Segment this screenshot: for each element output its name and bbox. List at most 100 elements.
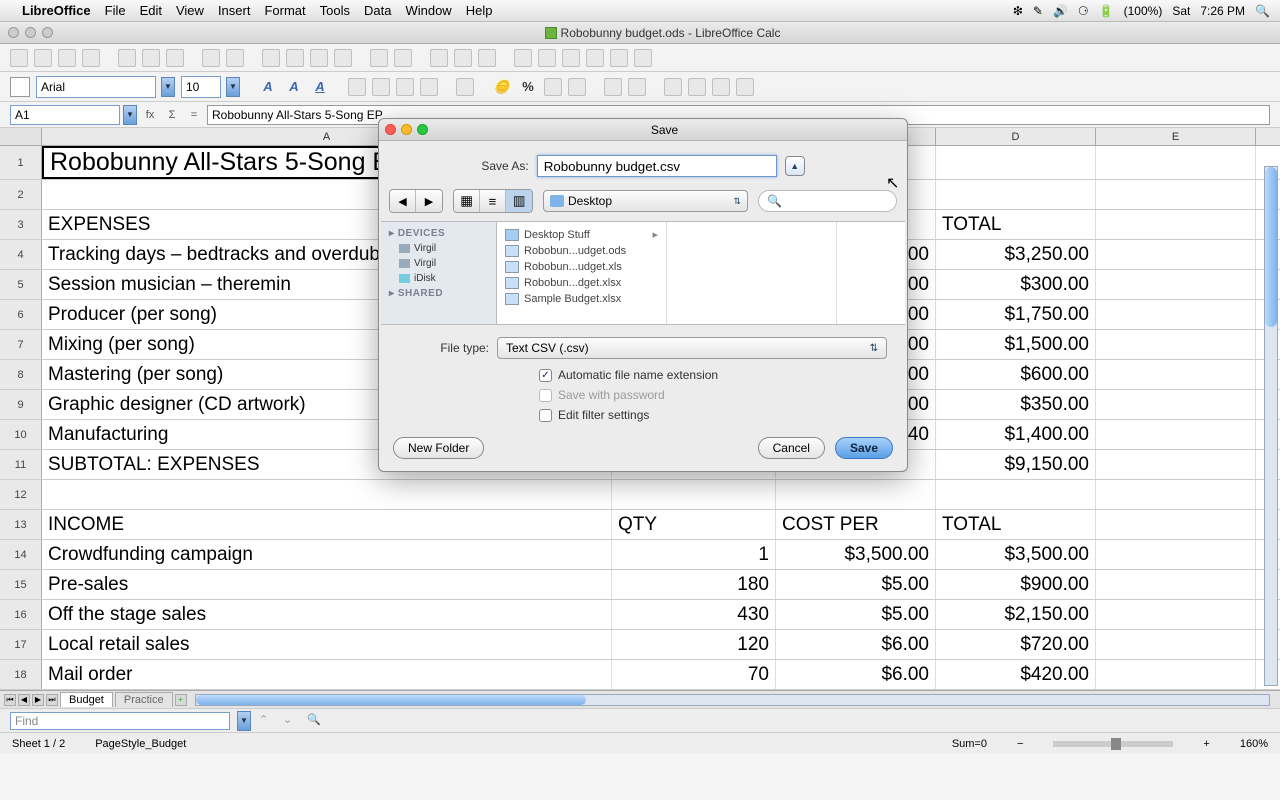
nav-back-button[interactable]: ◀ bbox=[390, 190, 416, 212]
row-header[interactable]: 16 bbox=[0, 600, 42, 629]
new-folder-button[interactable]: New Folder bbox=[393, 437, 484, 459]
undo-button[interactable] bbox=[370, 49, 388, 67]
cell[interactable] bbox=[1096, 660, 1256, 689]
tab-practice[interactable]: Practice bbox=[115, 692, 173, 707]
cell[interactable]: COST PER bbox=[776, 510, 936, 539]
cancel-button[interactable]: Cancel bbox=[758, 437, 825, 459]
bg-color-button[interactable] bbox=[688, 78, 706, 96]
sort-asc-button[interactable] bbox=[454, 49, 472, 67]
align-justify-button[interactable] bbox=[420, 78, 438, 96]
menu-edit[interactable]: Edit bbox=[140, 3, 162, 18]
cell[interactable]: $5.00 bbox=[776, 570, 936, 599]
file-item[interactable]: Robobun...dget.xlsx bbox=[497, 275, 666, 291]
cell[interactable]: $420.00 bbox=[936, 660, 1096, 689]
cell[interactable] bbox=[1096, 540, 1256, 569]
zoom-in-icon[interactable]: + bbox=[1203, 738, 1209, 750]
dialog-zoom-button[interactable] bbox=[417, 124, 428, 135]
paste-button[interactable] bbox=[310, 49, 328, 67]
font-dropdown-icon[interactable]: ▼ bbox=[161, 77, 175, 97]
tab-add-button[interactable]: + bbox=[175, 694, 187, 706]
percent-button[interactable]: % bbox=[518, 77, 538, 97]
print-button[interactable] bbox=[142, 49, 160, 67]
row-header[interactable]: 2 bbox=[0, 180, 42, 209]
spellcheck-button[interactable] bbox=[202, 49, 220, 67]
cell[interactable]: $6.00 bbox=[776, 660, 936, 689]
menu-help[interactable]: Help bbox=[466, 3, 493, 18]
cell[interactable]: $1,400.00 bbox=[936, 420, 1096, 449]
location-popup[interactable]: Desktop ⇅ bbox=[543, 190, 748, 212]
window-zoom-button[interactable] bbox=[42, 27, 53, 38]
align-left-button[interactable] bbox=[348, 78, 366, 96]
currency-button[interactable]: 🪙 bbox=[492, 77, 512, 97]
col-header-e[interactable]: E bbox=[1096, 128, 1256, 145]
cell[interactable] bbox=[936, 480, 1096, 509]
sort-desc-button[interactable] bbox=[478, 49, 496, 67]
cell[interactable] bbox=[1096, 570, 1256, 599]
cell[interactable] bbox=[1096, 300, 1256, 329]
row-header[interactable]: 18 bbox=[0, 660, 42, 689]
cell[interactable] bbox=[1096, 630, 1256, 659]
grid-button[interactable] bbox=[736, 78, 754, 96]
row-header[interactable]: 6 bbox=[0, 300, 42, 329]
cell[interactable]: Crowdfunding campaign bbox=[42, 540, 612, 569]
help-button[interactable] bbox=[634, 49, 652, 67]
align-center-button[interactable] bbox=[372, 78, 390, 96]
menu-window[interactable]: Window bbox=[405, 3, 451, 18]
sum-icon[interactable]: Σ bbox=[163, 106, 181, 124]
zoom-button[interactable] bbox=[610, 49, 628, 67]
cell[interactable]: $300.00 bbox=[936, 270, 1096, 299]
cell[interactable] bbox=[1096, 600, 1256, 629]
view-list-button[interactable]: ≡ bbox=[480, 190, 506, 212]
function-wizard-icon[interactable]: fx bbox=[141, 106, 159, 124]
cell[interactable]: $900.00 bbox=[936, 570, 1096, 599]
cell[interactable]: $350.00 bbox=[936, 390, 1096, 419]
find-prev-button[interactable]: ⌃ bbox=[259, 713, 275, 729]
row-header[interactable]: 17 bbox=[0, 630, 42, 659]
cell[interactable] bbox=[1096, 450, 1256, 479]
cell[interactable] bbox=[936, 180, 1096, 209]
namebox-dropdown-icon[interactable]: ▼ bbox=[123, 105, 137, 125]
find-all-button[interactable]: 🔍 bbox=[307, 713, 323, 729]
spotlight-icon[interactable]: 🔍 bbox=[1255, 4, 1270, 18]
borders-button[interactable] bbox=[664, 78, 682, 96]
cell[interactable] bbox=[1096, 510, 1256, 539]
cell[interactable]: $2,150.00 bbox=[936, 600, 1096, 629]
merge-cells-button[interactable] bbox=[456, 78, 474, 96]
battery-icon[interactable]: 🔋 bbox=[1099, 4, 1114, 18]
save-button[interactable] bbox=[58, 49, 76, 67]
row-header[interactable]: 15 bbox=[0, 570, 42, 599]
style-selector[interactable] bbox=[10, 77, 30, 97]
file-item[interactable]: Robobun...udget.ods bbox=[497, 243, 666, 259]
file-item[interactable]: Sample Budget.xlsx bbox=[497, 291, 666, 307]
cell[interactable] bbox=[1096, 420, 1256, 449]
cell[interactable] bbox=[1096, 330, 1256, 359]
row-header[interactable]: 11 bbox=[0, 450, 42, 479]
decrease-indent-button[interactable] bbox=[604, 78, 622, 96]
filetype-popup[interactable]: Text CSV (.csv) ⇅ bbox=[497, 337, 887, 359]
view-icons-button[interactable]: ▦ bbox=[454, 190, 480, 212]
device-item[interactable]: Virgil bbox=[381, 256, 496, 271]
table-row[interactable]: 16Off the stage sales430$5.00$2,150.00 bbox=[0, 600, 1280, 630]
menu-view[interactable]: View bbox=[176, 3, 204, 18]
table-row[interactable]: 14Crowdfunding campaign1$3,500.00$3,500.… bbox=[0, 540, 1280, 570]
row-header[interactable]: 10 bbox=[0, 420, 42, 449]
cell[interactable]: $3,500.00 bbox=[936, 540, 1096, 569]
cell[interactable]: $600.00 bbox=[936, 360, 1096, 389]
device-item[interactable]: Virgil bbox=[381, 241, 496, 256]
remove-decimal-button[interactable] bbox=[568, 78, 586, 96]
dialog-search-input[interactable]: 🔍 bbox=[758, 190, 897, 212]
row-header[interactable]: 9 bbox=[0, 390, 42, 419]
saveas-filename-input[interactable] bbox=[537, 155, 777, 177]
row-header[interactable]: 3 bbox=[0, 210, 42, 239]
zoom-out-icon[interactable]: − bbox=[1017, 738, 1023, 750]
cell[interactable] bbox=[42, 480, 612, 509]
sync-icon[interactable]: ❇ bbox=[1013, 4, 1023, 18]
file-item[interactable]: Robobun...udget.xls bbox=[497, 259, 666, 275]
table-row[interactable]: 15Pre-sales180$5.00$900.00 bbox=[0, 570, 1280, 600]
row-header[interactable]: 7 bbox=[0, 330, 42, 359]
cell[interactable] bbox=[776, 480, 936, 509]
cell[interactable] bbox=[1096, 270, 1256, 299]
redo-button[interactable] bbox=[394, 49, 412, 67]
bold-button[interactable]: A bbox=[258, 77, 278, 97]
cell[interactable]: $9,150.00 bbox=[936, 450, 1096, 479]
